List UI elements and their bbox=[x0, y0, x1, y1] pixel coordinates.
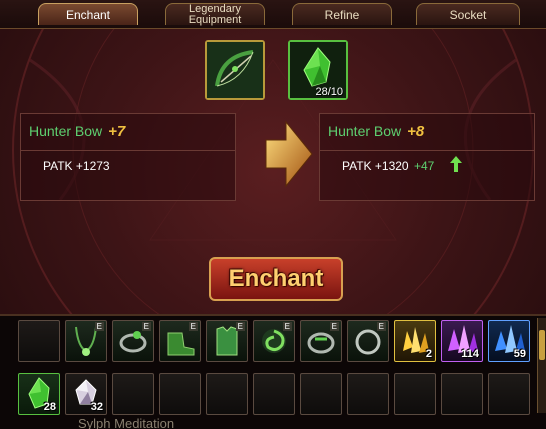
next-item-panel: Hunter Bow +8 PATK +1320 +47 bbox=[319, 113, 535, 201]
next-item-stat-row: PATK +1320 +47 bbox=[342, 159, 434, 173]
inventory-slot-bracelet[interactable]: E bbox=[300, 320, 342, 362]
inventory-slot-ring-2[interactable]: E bbox=[347, 320, 389, 362]
material-slot[interactable]: 28/10 bbox=[288, 40, 348, 100]
equipped-badge: E bbox=[282, 322, 292, 331]
next-item-header: Hunter Bow +8 bbox=[320, 114, 534, 151]
inventory-scroll-thumb[interactable] bbox=[539, 330, 545, 360]
right-arrow-icon bbox=[265, 120, 313, 188]
item-count: 28 bbox=[43, 401, 56, 413]
tab-legendary-equipment[interactable]: Legendary Equipment bbox=[165, 3, 265, 26]
inventory-slot-gold-crystal[interactable]: 2 bbox=[394, 320, 436, 362]
item-count: 59 bbox=[513, 348, 526, 360]
next-item-bonus: +47 bbox=[413, 159, 435, 173]
inventory-slot-empty[interactable] bbox=[300, 373, 342, 415]
inventory-slot-empty[interactable] bbox=[488, 373, 530, 415]
equipped-badge: E bbox=[141, 322, 151, 331]
current-item-stat: PATK +1273 bbox=[43, 159, 110, 173]
item-count: 32 bbox=[90, 401, 103, 413]
inventory-slot-empty[interactable] bbox=[441, 373, 483, 415]
enchant-button[interactable]: Enchant bbox=[209, 257, 343, 301]
equipped-badge: E bbox=[376, 322, 386, 331]
inventory-slot-boots[interactable]: E bbox=[159, 320, 201, 362]
next-item-stat: PATK +1320 bbox=[342, 159, 409, 173]
tab-socket-label: Socket bbox=[449, 8, 487, 22]
up-arrow-icon bbox=[450, 156, 462, 172]
inventory-slot-white-crystal[interactable]: 32 bbox=[65, 373, 107, 415]
equipped-badge: E bbox=[329, 322, 339, 331]
next-item-level: +8 bbox=[407, 123, 425, 140]
material-count: 28/10 bbox=[315, 86, 343, 98]
equipped-badge: E bbox=[188, 322, 198, 331]
next-item-name: Hunter Bow bbox=[328, 123, 402, 139]
inventory-slot-empty[interactable] bbox=[159, 373, 201, 415]
tab-enchant-label: Enchant bbox=[65, 8, 111, 22]
tab-legendary-line2: Equipment bbox=[188, 14, 242, 26]
equipped-badge: E bbox=[235, 322, 245, 331]
inventory-slot-empty[interactable] bbox=[18, 320, 60, 362]
inventory-slot-green-crystal[interactable]: 28 bbox=[18, 373, 60, 415]
equipped-badge: E bbox=[94, 322, 104, 331]
tab-refine-label: Refine bbox=[324, 8, 360, 22]
bow-icon bbox=[207, 42, 263, 98]
item-count: 2 bbox=[425, 348, 432, 360]
inventory-slot-empty[interactable] bbox=[112, 373, 154, 415]
tab-socket[interactable]: Socket bbox=[416, 3, 520, 25]
tab-refine[interactable]: Refine bbox=[292, 3, 392, 25]
inventory-slot-armor[interactable]: E bbox=[206, 320, 248, 362]
inventory-slot-purple-crystal[interactable]: 114 bbox=[441, 320, 483, 362]
current-item-header: Hunter Bow +7 bbox=[21, 114, 235, 151]
current-item-panel: Hunter Bow +7 PATK +1273 bbox=[20, 113, 236, 201]
inventory-slot-blue-crystal[interactable]: 59 bbox=[488, 320, 530, 362]
enchant-window: Enchant Legendary Equipment Refine Socke… bbox=[0, 0, 546, 429]
inventory-slot-ring[interactable]: E bbox=[112, 320, 154, 362]
footer-text: Sylph Meditation bbox=[78, 416, 175, 429]
current-item-name: Hunter Bow bbox=[29, 123, 103, 139]
inventory-slot-empty[interactable] bbox=[253, 373, 295, 415]
current-item-level: +7 bbox=[108, 123, 126, 140]
inventory-slot-empty[interactable] bbox=[206, 373, 248, 415]
inventory-slot-gloves[interactable]: E bbox=[253, 320, 295, 362]
inventory-slot-empty[interactable] bbox=[347, 373, 389, 415]
inventory-slot-necklace[interactable]: E bbox=[65, 320, 107, 362]
equipment-slot[interactable] bbox=[205, 40, 265, 100]
item-count: 114 bbox=[461, 348, 479, 360]
tab-enchant[interactable]: Enchant bbox=[38, 3, 138, 25]
inventory-slot-empty[interactable] bbox=[394, 373, 436, 415]
tab-bar: Enchant Legendary Equipment Refine Socke… bbox=[0, 0, 546, 29]
